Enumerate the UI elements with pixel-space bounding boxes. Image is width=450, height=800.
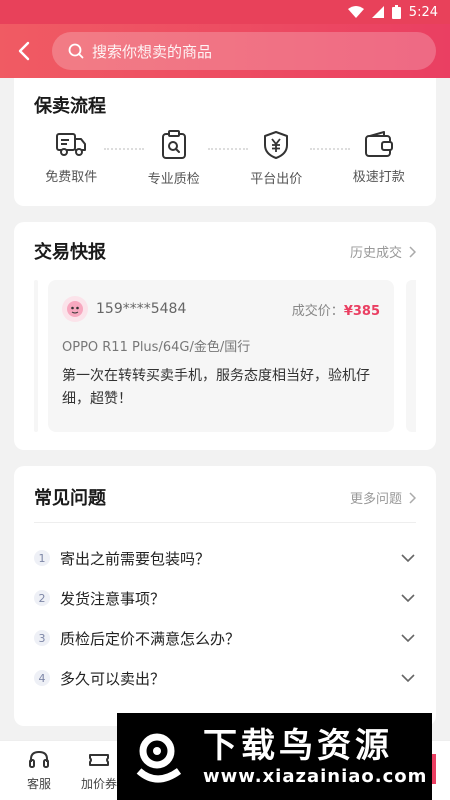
- trade-comment: 第一次在转转买卖手机，服务态度相当好，验机仔细，超赞！: [62, 368, 370, 407]
- faq-divider: [34, 522, 416, 523]
- faq-card: 常见问题 更多问题 1 寄出之前需要包装吗？ 2 发货注意事项？ 3 质检后定价…: [14, 466, 436, 726]
- truck-icon: [56, 133, 87, 156]
- chevron-down-icon: [401, 554, 415, 563]
- search-icon: [68, 43, 84, 59]
- back-button[interactable]: [0, 24, 48, 78]
- battery-icon: [391, 5, 401, 19]
- watermark: 下载鸟资源 www.xiazainiao.com: [117, 713, 432, 800]
- wallet-icon: [364, 131, 393, 157]
- more-questions-link[interactable]: 更多问题: [350, 488, 416, 507]
- customer-service-label: 客服: [26, 777, 51, 791]
- history-link[interactable]: 历史成交: [350, 242, 416, 261]
- customer-service-tab[interactable]: 客服: [14, 749, 64, 792]
- headset-icon: [29, 750, 49, 768]
- chevron-right-icon: [409, 245, 416, 258]
- process-step-inspect: 专业质检: [129, 130, 219, 187]
- trade-news-card: 交易快报 历史成交 159****5484 成交价：¥385 OPPO R11 …: [14, 222, 436, 450]
- chevron-right-icon: [409, 491, 416, 504]
- faq-number: 2: [34, 590, 50, 606]
- process-title: 保卖流程: [34, 96, 106, 117]
- chevron-down-icon: [401, 674, 415, 683]
- trade-model: OPPO R11 Plus/64G/金色/国行: [62, 340, 251, 355]
- step-label: 极速打款: [352, 170, 405, 185]
- more-questions-label: 更多问题: [349, 492, 402, 507]
- bird-logo-icon: [131, 727, 191, 787]
- step-label: 免费取件: [45, 170, 98, 185]
- price-label: 成交价：: [291, 303, 344, 319]
- process-step-payout: 极速打款: [334, 130, 424, 187]
- process-card: 保卖流程 免费取件 专业质检 平台出价 极速打款: [14, 78, 436, 206]
- yuan-shield-icon: [264, 131, 289, 159]
- status-bar: 5:24: [0, 0, 450, 24]
- watermark-url: www.xiazainiao.com: [203, 766, 428, 787]
- faq-item[interactable]: 2 发货注意事项？: [34, 578, 416, 618]
- process-steps: 免费取件 专业质检 平台出价 极速打款: [14, 130, 436, 187]
- chevron-down-icon: [401, 594, 415, 603]
- faq-question: 寄出之前需要包装吗？: [60, 549, 211, 568]
- search-placeholder: 搜索你想卖的商品: [92, 42, 213, 61]
- faq-number: 4: [34, 670, 50, 686]
- watermark-title: 下载鸟资源: [203, 726, 393, 766]
- faq-number: 3: [34, 630, 50, 646]
- search-input[interactable]: 搜索你想卖的商品: [52, 32, 436, 70]
- trade-price: ¥385: [343, 303, 380, 319]
- faq-question: 多久可以卖出？: [60, 669, 166, 688]
- signal-icon: [371, 6, 384, 18]
- trade-card-next: [406, 280, 416, 432]
- history-link-label: 历史成交: [349, 246, 402, 261]
- ticket-icon: [89, 754, 109, 766]
- trade-user-phone: 159****5484: [96, 301, 187, 317]
- faq-item[interactable]: 4 多久可以卖出？: [34, 658, 416, 698]
- top-header: 搜索你想卖的商品: [0, 24, 450, 78]
- faq-item[interactable]: 3 质检后定价不满意怎么办？: [34, 618, 416, 658]
- process-step-pickup: 免费取件: [26, 130, 116, 187]
- avatar: [62, 296, 88, 322]
- step-label: 平台出价: [250, 172, 303, 187]
- process-step-price: 平台出价: [231, 130, 321, 187]
- faq-question: 发货注意事项？: [60, 589, 166, 608]
- chevron-left-icon: [18, 41, 30, 61]
- trade-card-prev: [34, 280, 38, 432]
- faq-question: 质检后定价不满意怎么办？: [60, 629, 241, 648]
- step-label: 专业质检: [147, 172, 200, 187]
- faq-item[interactable]: 1 寄出之前需要包装吗？: [34, 538, 416, 578]
- faq-title: 常见问题: [34, 488, 106, 509]
- wifi-icon: [347, 6, 364, 18]
- inspection-icon: [161, 130, 186, 159]
- faq-number: 1: [34, 550, 50, 566]
- trade-item[interactable]: 159****5484 成交价：¥385 OPPO R11 Plus/64G/金…: [48, 280, 394, 432]
- chevron-down-icon: [401, 634, 415, 643]
- coupon-label: 加价券: [80, 777, 117, 791]
- trade-news-title: 交易快报: [34, 242, 106, 263]
- status-time: 5:24: [408, 4, 438, 20]
